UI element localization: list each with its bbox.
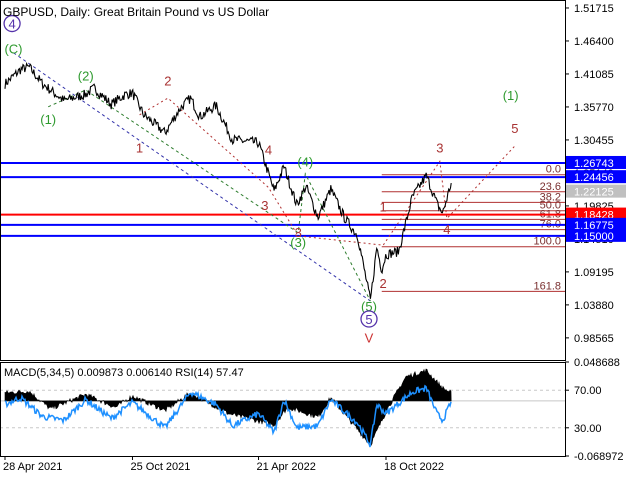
indicator-tick-label: 30.00 [574, 423, 602, 435]
wave-label: 4 [443, 222, 450, 237]
indicator-tick-label: 0.048688 [574, 357, 620, 369]
wave-label: (1) [40, 112, 56, 127]
wave-label: 3 [261, 198, 268, 213]
wave-label: V [365, 331, 374, 346]
fib-level-label: 161.8 [533, 280, 561, 292]
price-level-tag: 1.15000 [574, 231, 614, 243]
wave-label: (C) [4, 41, 22, 56]
price-tick-label: 1.35770 [574, 102, 614, 114]
price-level-tag: 1.26743 [574, 158, 614, 170]
time-tick-label: 25 Oct 2021 [130, 461, 190, 473]
wave-label: 1 [136, 141, 143, 156]
chart-canvas: 0.023.638.250.061.876.0100.0161.8I4(C)(1… [0, 0, 640, 480]
wave-label: 5 [511, 121, 518, 136]
chart-header: GBPUSD, Daily: Great Britain Pound vs US… [3, 5, 269, 19]
fib-level-label: 100.0 [533, 236, 561, 248]
wave-label: 1 [380, 200, 387, 215]
time-tick-label: 28 Apr 2021 [3, 461, 62, 473]
fib-level-label: 0.0 [546, 164, 561, 176]
time-tick-label: 21 Apr 2022 [257, 461, 316, 473]
price-tick-label: 1.03880 [574, 300, 614, 312]
indicator-title: MACD(5,34,5) 0.009873 0.006140 RSI(14) 5… [4, 367, 244, 379]
wave-label: (1) [503, 88, 519, 103]
chart-window: 0.023.638.250.061.876.0100.0161.8I4(C)(1… [0, 0, 640, 480]
current-price-tag: 1.22125 [574, 187, 614, 199]
wave-label: 2 [380, 276, 387, 291]
price-tick-label: 1.51715 [574, 3, 614, 15]
wave-label: (2) [78, 69, 94, 84]
wave-label: 3 [436, 141, 443, 156]
wave-label: (4) [297, 154, 313, 169]
price-tick-label: 0.98565 [574, 333, 614, 345]
timeframe-label: Daily: [60, 5, 90, 19]
wave-label: 4 [265, 143, 272, 158]
time-tick-label: 18 Oct 2022 [384, 461, 444, 473]
wave-label: 5 [365, 312, 372, 327]
symbol-description: Great Britain Pound vs US Dollar [94, 5, 269, 19]
price-level-tag: 1.24456 [574, 172, 614, 184]
price-tick-label: 1.41085 [574, 69, 614, 81]
symbol-label: GBPUSD [3, 5, 54, 19]
indicator-tick-label: -0.068972 [574, 451, 624, 463]
wave-label: 2 [164, 74, 171, 89]
indicator-tick-label: 70.00 [574, 385, 602, 397]
wave-label: (3) [290, 235, 306, 250]
price-tick-label: 1.46400 [574, 36, 614, 48]
price-tick-label: 1.30455 [574, 135, 614, 147]
price-tick-label: 1.09195 [574, 267, 614, 279]
